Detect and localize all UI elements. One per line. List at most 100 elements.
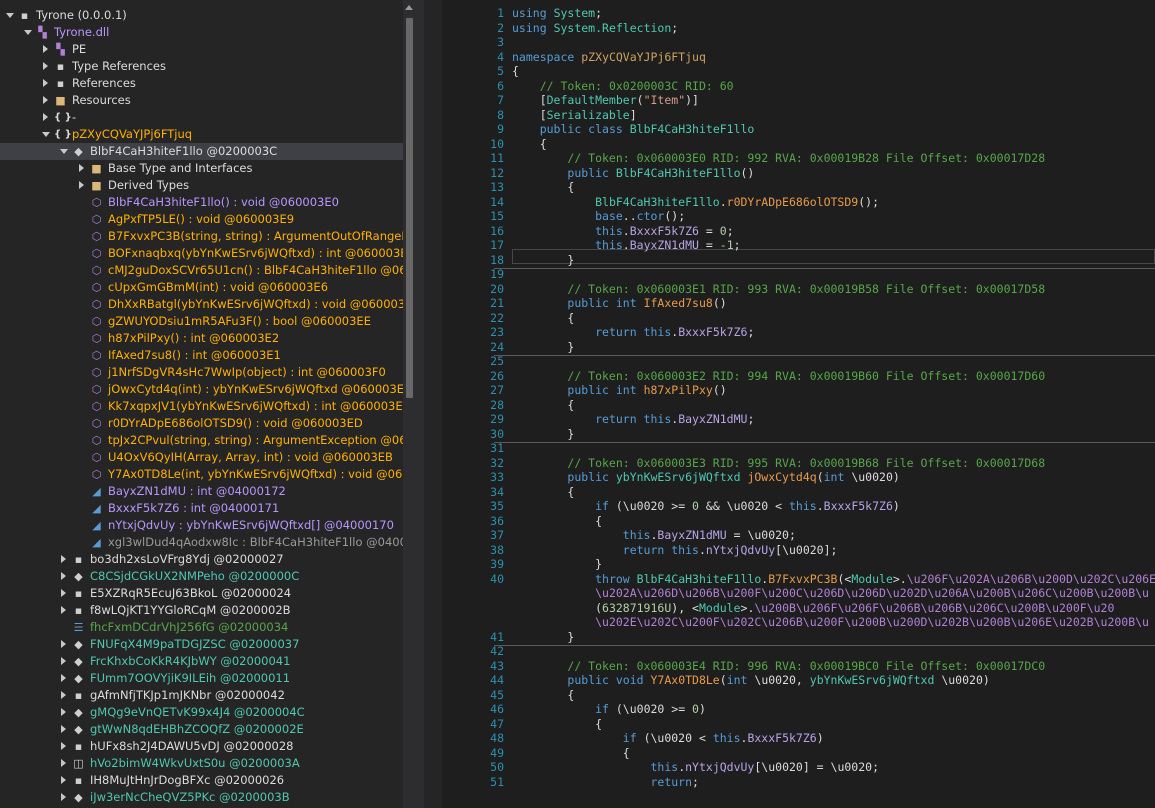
code-line[interactable]: 24 } [442,340,1155,355]
tree-item[interactable]: ◆ FNUFqX4M9paTDGJZSC @02000037 [0,636,403,653]
tree-item[interactable]: ⬡ gZWUYODsiu1mR5AFu3F() : bool @060003EE [0,313,403,330]
tree-item[interactable]: ▚ PE [0,41,403,58]
tree-item[interactable]: ⬡ cUpxGmGBmM(int) : void @060003E6 [0,279,403,296]
tree-item[interactable]: ◢ nYtxjQdvUy : ybYnKwESrv6jWQftxd[] @0400… [0,517,403,534]
code-line[interactable]: \u202A\u206D\u206B\u200F\u200C\u206D\u20… [442,586,1155,601]
collapsed-arrow-icon[interactable] [61,555,66,563]
code-line[interactable]: 36 { [442,514,1155,529]
code-line[interactable]: 22 { [442,311,1155,326]
code-line[interactable]: 31 [442,441,1155,456]
code-line[interactable]: 25 [442,354,1155,369]
expanded-arrow-icon[interactable] [24,30,32,35]
code-line[interactable]: 6 // Token: 0x0200003C RID: 60 [442,79,1155,94]
code-line[interactable]: 30 } [442,427,1155,442]
collapsed-arrow-icon[interactable] [61,674,66,682]
code-line[interactable]: \u202E\u202C\u200F\u202C\u206B\u200F\u20… [442,615,1155,630]
code-line[interactable]: 43 // Token: 0x060003E4 RID: 996 RVA: 0x… [442,659,1155,674]
code-line[interactable]: 9 public class BlbF4CaH3hiteF1llo [442,122,1155,137]
code-line[interactable]: 2 using System.Reflection; [442,21,1155,36]
tree-item[interactable]: { } pZXyCQVaYJPj6FTjuq [0,126,403,143]
code-line[interactable]: 5{ [442,64,1155,79]
code-line[interactable]: 33 public ybYnKwESrv6jWQftxd jOwxCytd4q(… [442,470,1155,485]
tree-item[interactable]: ⬡ B7FxvxPC3B(string, string) : ArgumentOu… [0,228,403,245]
code-line[interactable]: 46 if (\u0020 >= 0) [442,702,1155,717]
tree-item[interactable]: ▪ Type References [0,58,403,75]
tree-item[interactable]: ■ Derived Types [0,177,403,194]
code-line[interactable]: 23 return this.BxxxF5k7Z6; [442,325,1155,340]
tree-scrollbar[interactable] [403,0,416,808]
code-line[interactable]: 7 [DefaultMember("Item")] [442,93,1155,108]
code-line[interactable]: 13 { [442,180,1155,195]
code-line[interactable]: 48 if (\u0020 < this.BxxxF5k7Z6) [442,731,1155,746]
collapsed-arrow-icon[interactable] [61,793,66,801]
collapsed-arrow-icon[interactable] [43,113,48,121]
collapsed-arrow-icon[interactable] [79,181,84,189]
tree-item[interactable]: ▪ IH8MuJtHnJrDogBFXc @02000026 [0,772,403,789]
pane-splitter[interactable] [416,0,424,808]
code-line[interactable]: 14 BlbF4CaH3hiteF1llo.r0DYrADpE686olOTSD… [442,195,1155,210]
code-line[interactable]: 49 { [442,746,1155,761]
collapsed-arrow-icon[interactable] [43,96,48,104]
code-editor[interactable]: 1 using System; 2 using System.Reflection; 3… [424,0,1155,808]
tree-item[interactable]: ☰ fhcFxmDCdrVhJ256fG @02000034 [0,619,403,636]
collapsed-arrow-icon[interactable] [61,572,66,580]
tree-item[interactable]: ⬡ cMJ2guDoxSCVr65U1cn() : BlbF4CaH3hiteF1… [0,262,403,279]
tree-item[interactable]: ◫ hVo2bimW4WkvUxtS0u @0200003A [0,755,403,772]
code-line[interactable]: 18 } [442,253,1155,268]
tree-item[interactable]: ◆ FrcKhxbCoKkR4KJbWY @02000041 [0,653,403,670]
tree-scrollbar-thumb[interactable] [406,18,413,398]
collapsed-arrow-icon[interactable] [61,589,66,597]
code-line[interactable]: 1 using System; [442,6,1155,21]
expanded-arrow-icon[interactable] [60,149,68,154]
code-line[interactable]: 16 this.BxxxF5k7Z6 = 0; [442,224,1155,239]
tree-item[interactable]: ⬡ BOFxnaqbxq(ybYnKwESrv6jWQftxd) : int @0… [0,245,403,262]
tree-item[interactable]: ⬡ j1NrfSDgVR4sHc7WwIp(object) : int @0600… [0,364,403,381]
tree-item[interactable]: ▪ f8wLQjKT1YYGloRCqM @0200002B [0,602,403,619]
code-line[interactable]: 45 { [442,688,1155,703]
collapsed-arrow-icon[interactable] [61,759,66,767]
tree-item[interactable]: ◢ BayxZN1dMU : int @04000172 [0,483,403,500]
code-line[interactable]: 47 { [442,717,1155,732]
tree-item[interactable]: ◆ BlbF4CaH3hiteF1llo @0200003C [0,143,403,160]
tree-item[interactable]: ◆ gtWwN8qdEHBhZCOQfZ @0200002E [0,721,403,738]
code-line[interactable]: 12 public BlbF4CaH3hiteF1llo() [442,166,1155,181]
code-line[interactable]: 21 public int IfAxed7su8() [442,296,1155,311]
code-line[interactable]: 17 this.BayxZN1dMU = -1; [442,238,1155,253]
tree-item[interactable]: ⬡ Y7Ax0TD8Le(int, ybYnKwESrv6jWQftxd) : v… [0,466,403,483]
tree-item[interactable]: ◆ FUmm7OOVYjiK9ILEih @02000011 [0,670,403,687]
code-line[interactable]: 42 [442,644,1155,659]
code-line[interactable]: 40 throw BlbF4CaH3hiteF1llo.B7FxvxPC3B(<… [442,572,1155,587]
collapsed-arrow-icon[interactable] [43,45,48,53]
code-line[interactable]: 32 // Token: 0x060003E3 RID: 995 RVA: 0x… [442,456,1155,471]
code-line[interactable]: 37 this.BayxZN1dMU = \u0020; [442,528,1155,543]
tree-item[interactable]: ⬡ IfAxed7su8() : int @060003E1 [0,347,403,364]
code-line[interactable]: (632871916U), <Module>.\u200B\u206F\u206… [442,601,1155,616]
collapsed-arrow-icon[interactable] [61,691,66,699]
tree-item[interactable]: ⬡ tpJx2CPvul(string, string) : ArgumentEx… [0,432,403,449]
code-line[interactable]: 10 { [442,137,1155,152]
tree-item[interactable]: ▪ gAfmNfjTKJp1mJKNbr @02000042 [0,687,403,704]
collapsed-arrow-icon[interactable] [61,776,66,784]
code-line[interactable]: 50 this.nYtxjQdvUy[\u0020] = \u0020; [442,760,1155,775]
tree-item[interactable]: ▪ E5XZRqR5EcuJ63BkoL @02000024 [0,585,403,602]
tree-item[interactable]: { } - [0,109,403,126]
scroll-up-arrow-icon[interactable] [405,5,413,10]
code-line[interactable]: 19 [442,267,1155,282]
tree-item[interactable]: ▪ References [0,75,403,92]
code-line[interactable]: 28 { [442,398,1155,413]
tree-item[interactable]: ▪ hUFx8sh2J4DAWU5vDJ @02000028 [0,738,403,755]
collapsed-arrow-icon[interactable] [61,606,66,614]
code-line[interactable]: 39 } [442,557,1155,572]
tree-item[interactable]: ⬡ BlbF4CaH3hiteF1llo() : void @060003E0 [0,194,403,211]
code-line[interactable]: 35 if (\u0020 >= 0 && \u0020 < this.Bxxx… [442,499,1155,514]
code-line[interactable]: 34 { [442,485,1155,500]
tree-item[interactable]: ▚ Tyrone.dll [0,24,403,41]
code-line[interactable]: 8 [Serializable] [442,108,1155,123]
tree-item[interactable]: ◆ gMQg9eVnQETvK99x4J4 @0200004C [0,704,403,721]
assembly-explorer-tree[interactable]: ▪ Tyrone (0.0.0.1) ▚ Tyrone.dll ▚ PE ▪ Type Ref… [0,0,403,808]
tree-item[interactable]: ⬡ U4OxV6QyIH(Array, Array, int) : void @0… [0,449,403,466]
code-line[interactable]: 27 public int h87xPilPxy() [442,383,1155,398]
collapsed-arrow-icon[interactable] [61,657,66,665]
code-line[interactable]: 44 public void Y7Ax0TD8Le(int \u0020, yb… [442,673,1155,688]
tree-item[interactable]: ■ Base Type and Interfaces [0,160,403,177]
